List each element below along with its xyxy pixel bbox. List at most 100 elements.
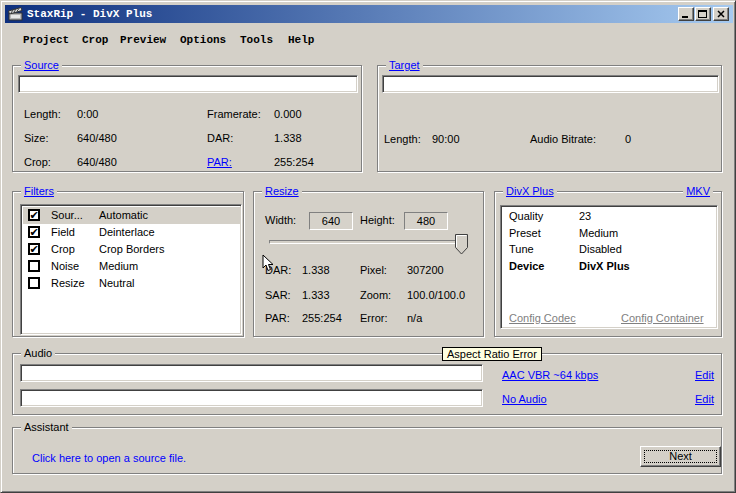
maximize-button[interactable] [695, 7, 711, 21]
checkbox-checked-icon[interactable]: ✔ [28, 226, 40, 238]
target-length-label: Length: [384, 133, 421, 146]
filter-name: Crop [51, 243, 75, 256]
minimize-icon [682, 16, 688, 18]
assistant-message-link[interactable]: Click here to open a source file. [32, 452, 186, 465]
filter-name: Noise [51, 260, 79, 273]
source-size-value: 640/480 [77, 132, 117, 145]
checkbox-unchecked-icon[interactable] [28, 277, 40, 289]
source-group: Source Length: 0:00 Framerate: 0.000 Siz… [12, 65, 362, 172]
source-crop-label: Crop: [24, 156, 51, 169]
target-path-input[interactable] [382, 75, 719, 93]
width-value-box[interactable]: 640 [309, 212, 353, 230]
resize-zoom-value: 100.0/100.0 [407, 289, 465, 302]
codec-info-box: Quality 23 Preset Medium Tune Disabled D… [500, 205, 718, 329]
assistant-group-label: Assistant [21, 421, 72, 434]
checkbox-unchecked-icon[interactable] [28, 260, 40, 272]
audio-track1-edit-link[interactable]: Edit [695, 369, 714, 382]
audio-group: Audio AAC VBR ~64 kbps Edit No Audio Edi… [12, 353, 722, 415]
config-container-link[interactable]: Config Container [621, 312, 704, 325]
checkbox-checked-icon[interactable]: ✔ [28, 243, 40, 255]
resize-slider-track[interactable] [269, 240, 466, 244]
source-par-value: 255:254 [274, 156, 314, 169]
filters-list: ✔ Sour... Automatic ✔ Field Deinterlace … [20, 204, 242, 335]
checkbox-checked-icon[interactable]: ✔ [28, 209, 40, 221]
resize-pixel-label: Pixel: [360, 264, 387, 277]
menu-crop[interactable]: Crop [82, 34, 108, 46]
filter-value: Deinterlace [99, 226, 155, 239]
source-framerate-value: 0.000 [274, 108, 302, 121]
resize-par-label: PAR: [265, 312, 290, 325]
audio-track2-profile-link[interactable]: No Audio [502, 393, 547, 406]
source-length-value: 0:00 [77, 108, 98, 121]
audio-track1-input[interactable] [20, 364, 483, 382]
filter-name: Field [51, 226, 75, 239]
menu-preview[interactable]: Preview [120, 34, 166, 46]
filter-name: Sour... [51, 209, 83, 222]
source-par-link[interactable]: PAR: [207, 156, 232, 169]
codec-quality-value: 23 [579, 210, 591, 223]
codec-group-link[interactable]: DivX Plus [503, 185, 557, 198]
filter-row-source[interactable]: ✔ Sour... Automatic [23, 207, 241, 224]
resize-zoom-label: Zoom: [360, 289, 391, 302]
codec-tune-value: Disabled [579, 243, 622, 256]
source-dar-value: 1.338 [274, 132, 302, 145]
source-path-input[interactable] [18, 75, 358, 93]
codec-group: DivX Plus MKV Quality 23 Preset Medium T… [494, 191, 722, 337]
minimize-button[interactable] [678, 7, 694, 21]
resize-pixel-value: 307200 [407, 264, 444, 277]
height-value-box[interactable]: 480 [404, 212, 448, 230]
close-icon [714, 8, 728, 20]
audio-track2-edit-link[interactable]: Edit [695, 393, 714, 406]
resize-slider-thumb[interactable] [455, 234, 468, 255]
staxrip-window: StaxRip - DivX Plus Project Crop Preview… [0, 0, 736, 493]
source-crop-value: 640/480 [77, 156, 117, 169]
menu-project[interactable]: Project [23, 34, 69, 46]
filters-group: Filters ✔ Sour... Automatic ✔ Field Dein… [12, 191, 244, 337]
filter-name: Resize [51, 277, 85, 290]
source-group-link[interactable]: Source [21, 59, 62, 72]
filter-value: Medium [99, 260, 138, 273]
resize-par-value: 255:254 [302, 312, 342, 325]
codec-tune-label: Tune [509, 243, 534, 256]
filter-value: Crop Borders [99, 243, 164, 256]
next-button[interactable]: Next [640, 446, 721, 467]
menu-options[interactable]: Options [180, 34, 226, 46]
width-label: Width: [265, 214, 296, 227]
audio-track2-input[interactable] [20, 389, 483, 407]
container-link[interactable]: MKV [683, 185, 713, 198]
height-label: Height: [360, 214, 395, 227]
menubar: Project Crop Preview Options Tools Help [5, 23, 733, 49]
menu-help[interactable]: Help [288, 34, 314, 46]
filter-row-noise[interactable]: Noise Medium [23, 258, 241, 275]
window-title: StaxRip - DivX Plus [27, 7, 152, 21]
resize-dar-value: 1.338 [302, 264, 330, 277]
menu-tools[interactable]: Tools [240, 34, 273, 46]
source-framerate-label: Framerate: [207, 108, 261, 121]
filter-row-crop[interactable]: ✔ Crop Crop Borders [23, 241, 241, 258]
filter-value: Automatic [99, 209, 148, 222]
codec-device-label: Device [509, 260, 544, 273]
filters-group-link[interactable]: Filters [21, 185, 57, 198]
target-group: Target Length: 90:00 Audio Bitrate: 0 [377, 65, 722, 172]
config-codec-link[interactable]: Config Codec [509, 312, 576, 325]
tooltip-text: Aspect Ratio Error [447, 348, 537, 360]
audio-track1-profile-link[interactable]: AAC VBR ~64 kbps [502, 369, 598, 382]
filter-row-field[interactable]: ✔ Field Deinterlace [23, 224, 241, 241]
resize-sar-value: 1.333 [302, 289, 330, 302]
filter-row-resize[interactable]: Resize Neutral [23, 275, 241, 292]
close-button[interactable] [713, 7, 729, 21]
resize-error-value: n/a [407, 312, 422, 325]
focus-rect [644, 450, 717, 463]
target-audio-bitrate-value: 0 [625, 133, 631, 146]
target-group-link[interactable]: Target [386, 59, 423, 72]
resize-group-link[interactable]: Resize [262, 185, 302, 198]
resize-sar-label: SAR: [265, 289, 291, 302]
codec-quality-label: Quality [509, 210, 543, 223]
target-length-value: 90:00 [432, 133, 460, 146]
aspect-ratio-error-tooltip: Aspect Ratio Error [442, 347, 542, 361]
resize-group: Resize Width: 640 Height: 480 DAR: 1.338… [253, 191, 484, 337]
filter-value: Neutral [99, 277, 134, 290]
resize-error-label: Error: [360, 312, 388, 325]
app-icon [8, 6, 24, 22]
assistant-group: Assistant Click here to open a source fi… [12, 427, 722, 474]
